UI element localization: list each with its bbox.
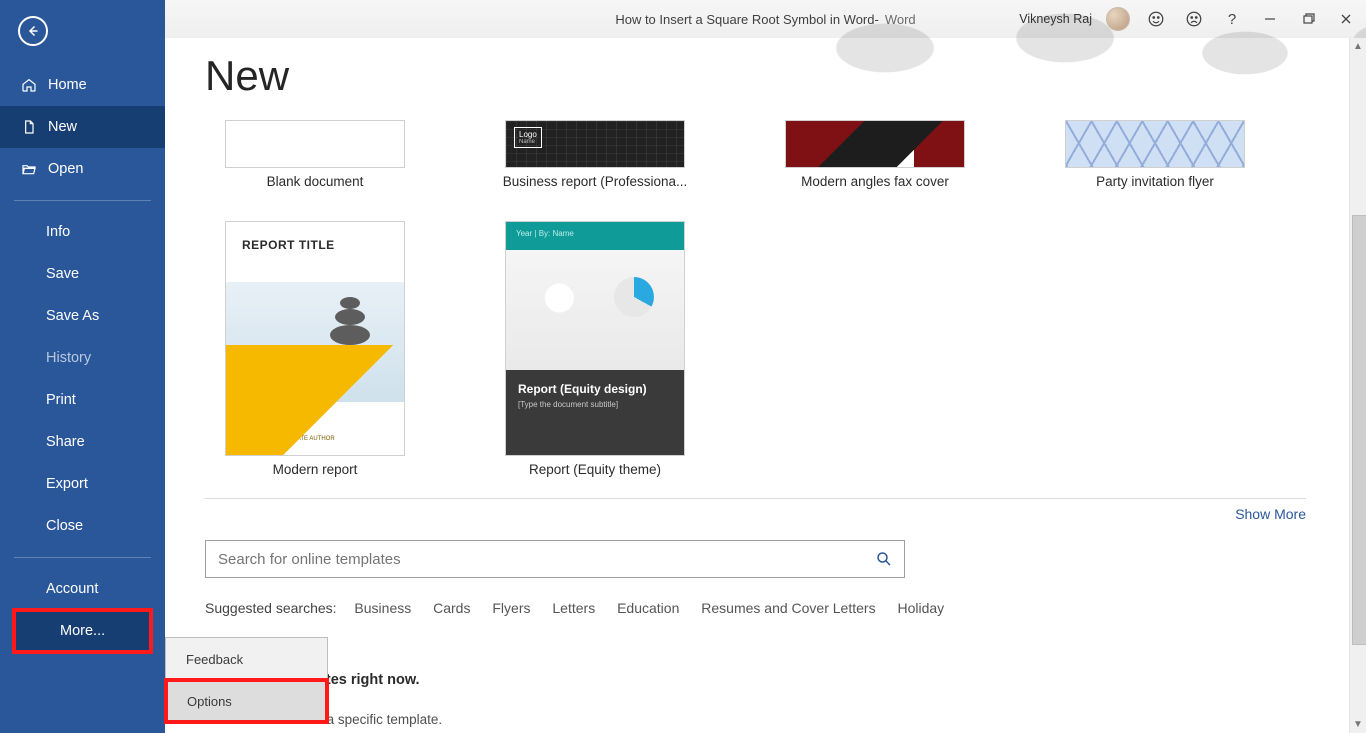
sidebar-item-save[interactable]: Save: [0, 253, 165, 295]
template-thumb: LogoName: [505, 120, 685, 168]
template-caption: Modern report: [273, 462, 358, 477]
template-card-blank[interactable]: Blank document: [205, 120, 425, 189]
template-caption: Modern angles fax cover: [801, 174, 949, 189]
scroll-thumb[interactable]: [1352, 215, 1366, 645]
templates-row: REPORT TITLE COMPANY LOGO COMPANY NAME D…: [205, 221, 1306, 477]
thumb-dark-title: Report (Equity design): [518, 382, 672, 396]
templates-divider: [205, 498, 1306, 499]
sidebar-item-label: More...: [60, 623, 105, 639]
vertical-scrollbar[interactable]: ▲ ▼: [1349, 38, 1366, 733]
sidebar-item-history[interactable]: History: [0, 337, 165, 379]
sidebar-item-share[interactable]: Share: [0, 421, 165, 463]
thumb-title: REPORT TITLE: [242, 238, 335, 252]
suggested-link[interactable]: Cards: [433, 600, 470, 616]
scroll-up-icon[interactable]: ▲: [1350, 38, 1366, 55]
popup-item-label: Options: [187, 694, 232, 709]
suggested-label: Suggested searches:: [205, 600, 337, 616]
template-caption: Blank document: [267, 174, 364, 189]
scroll-track[interactable]: [1350, 55, 1366, 716]
sidebar-item-label: Save: [46, 266, 79, 282]
thumb-bar-text: Year | By: Name: [516, 229, 574, 238]
sidebar-item-label: Export: [46, 476, 88, 492]
sidebar-separator: [14, 557, 151, 558]
sidebar-item-label: Account: [46, 581, 98, 597]
sidebar-item-more[interactable]: More...: [14, 610, 151, 652]
sidebar-item-new[interactable]: New: [0, 106, 165, 148]
sidebar-item-open[interactable]: Open: [0, 148, 165, 190]
thumb-footer: COMPANY NAME DATE AUTHOR: [242, 435, 335, 443]
back-button[interactable]: [18, 16, 48, 46]
scroll-down-icon[interactable]: ▼: [1350, 716, 1366, 733]
thumb-dark-sub: [Type the document subtitle]: [518, 400, 672, 409]
popup-item-options[interactable]: Options: [166, 680, 327, 722]
sidebar-item-info[interactable]: Info: [0, 211, 165, 253]
sidebar-item-label: Close: [46, 518, 83, 534]
template-thumb: Year | By: Name Report (Equity design) [T…: [505, 221, 685, 456]
suggested-link[interactable]: Flyers: [492, 600, 530, 616]
suggested-link[interactable]: Education: [617, 600, 679, 616]
sidebar-item-home[interactable]: Home: [0, 64, 165, 106]
sidebar-item-label: History: [46, 350, 91, 366]
template-thumb: [1065, 120, 1245, 168]
sidebar-separator: [14, 200, 151, 201]
sidebar-item-label: Save As: [46, 308, 99, 324]
sidebar-item-account[interactable]: Account: [0, 568, 165, 610]
template-card-modern-report[interactable]: REPORT TITLE COMPANY LOGO COMPANY NAME D…: [205, 221, 425, 477]
sidebar-item-label: Info: [46, 224, 70, 240]
sidebar-item-print[interactable]: Print: [0, 379, 165, 421]
template-caption: Report (Equity theme): [529, 462, 661, 477]
template-card-equity-report[interactable]: Year | By: Name Report (Equity design) [T…: [485, 221, 705, 477]
template-card-fax-cover[interactable]: Modern angles fax cover: [765, 120, 985, 189]
show-more-link[interactable]: Show More: [1235, 506, 1306, 522]
suggested-link[interactable]: Business: [354, 600, 411, 616]
templates-panel: Blank document LogoName Business report …: [205, 120, 1306, 477]
suggested-link[interactable]: Resumes and Cover Letters: [701, 600, 875, 616]
template-card-party-flyer[interactable]: Party invitation flyer: [1045, 120, 1265, 189]
suggested-link[interactable]: Letters: [552, 600, 595, 616]
sidebar-item-save-as[interactable]: Save As: [0, 295, 165, 337]
search-button[interactable]: [864, 541, 904, 577]
file-icon: [20, 118, 38, 136]
sidebar-item-export[interactable]: Export: [0, 463, 165, 505]
search-input[interactable]: [206, 541, 860, 577]
suggested-searches: Suggested searches: Business Cards Flyer…: [205, 600, 1306, 616]
popup-item-label: Feedback: [186, 652, 243, 667]
template-caption: Business report (Professiona...: [503, 174, 688, 189]
sidebar-item-label: Home: [48, 77, 87, 93]
popup-item-feedback[interactable]: Feedback: [166, 638, 327, 680]
template-thumb: [785, 120, 965, 168]
sidebar-item-label: New: [48, 119, 77, 135]
sidebar-item-label: Open: [48, 161, 83, 177]
templates-row: Blank document LogoName Business report …: [205, 120, 1306, 189]
template-thumb: REPORT TITLE COMPANY LOGO COMPANY NAME D…: [225, 221, 405, 456]
folder-open-icon: [20, 160, 38, 178]
sidebar-item-label: Share: [46, 434, 85, 450]
page-title: New: [205, 52, 289, 100]
home-icon: [20, 76, 38, 94]
more-popup: Feedback Options: [165, 637, 328, 723]
thumb-logo-text: COMPANY LOGO: [242, 408, 305, 415]
suggested-link[interactable]: Holiday: [897, 600, 944, 616]
backstage-sidebar: Home New Open Info Save Save As History …: [0, 0, 165, 733]
sidebar-item-close[interactable]: Close: [0, 505, 165, 547]
search-area: Suggested searches: Business Cards Flyer…: [205, 540, 1306, 616]
template-caption: Party invitation flyer: [1096, 174, 1214, 189]
template-thumb: [225, 120, 405, 168]
content-area: New Blank document LogoName Business rep…: [165, 0, 1366, 733]
sidebar-item-label: Print: [46, 392, 76, 408]
search-box: [205, 540, 905, 578]
template-card-business-report[interactable]: LogoName Business report (Professiona...: [485, 120, 705, 189]
